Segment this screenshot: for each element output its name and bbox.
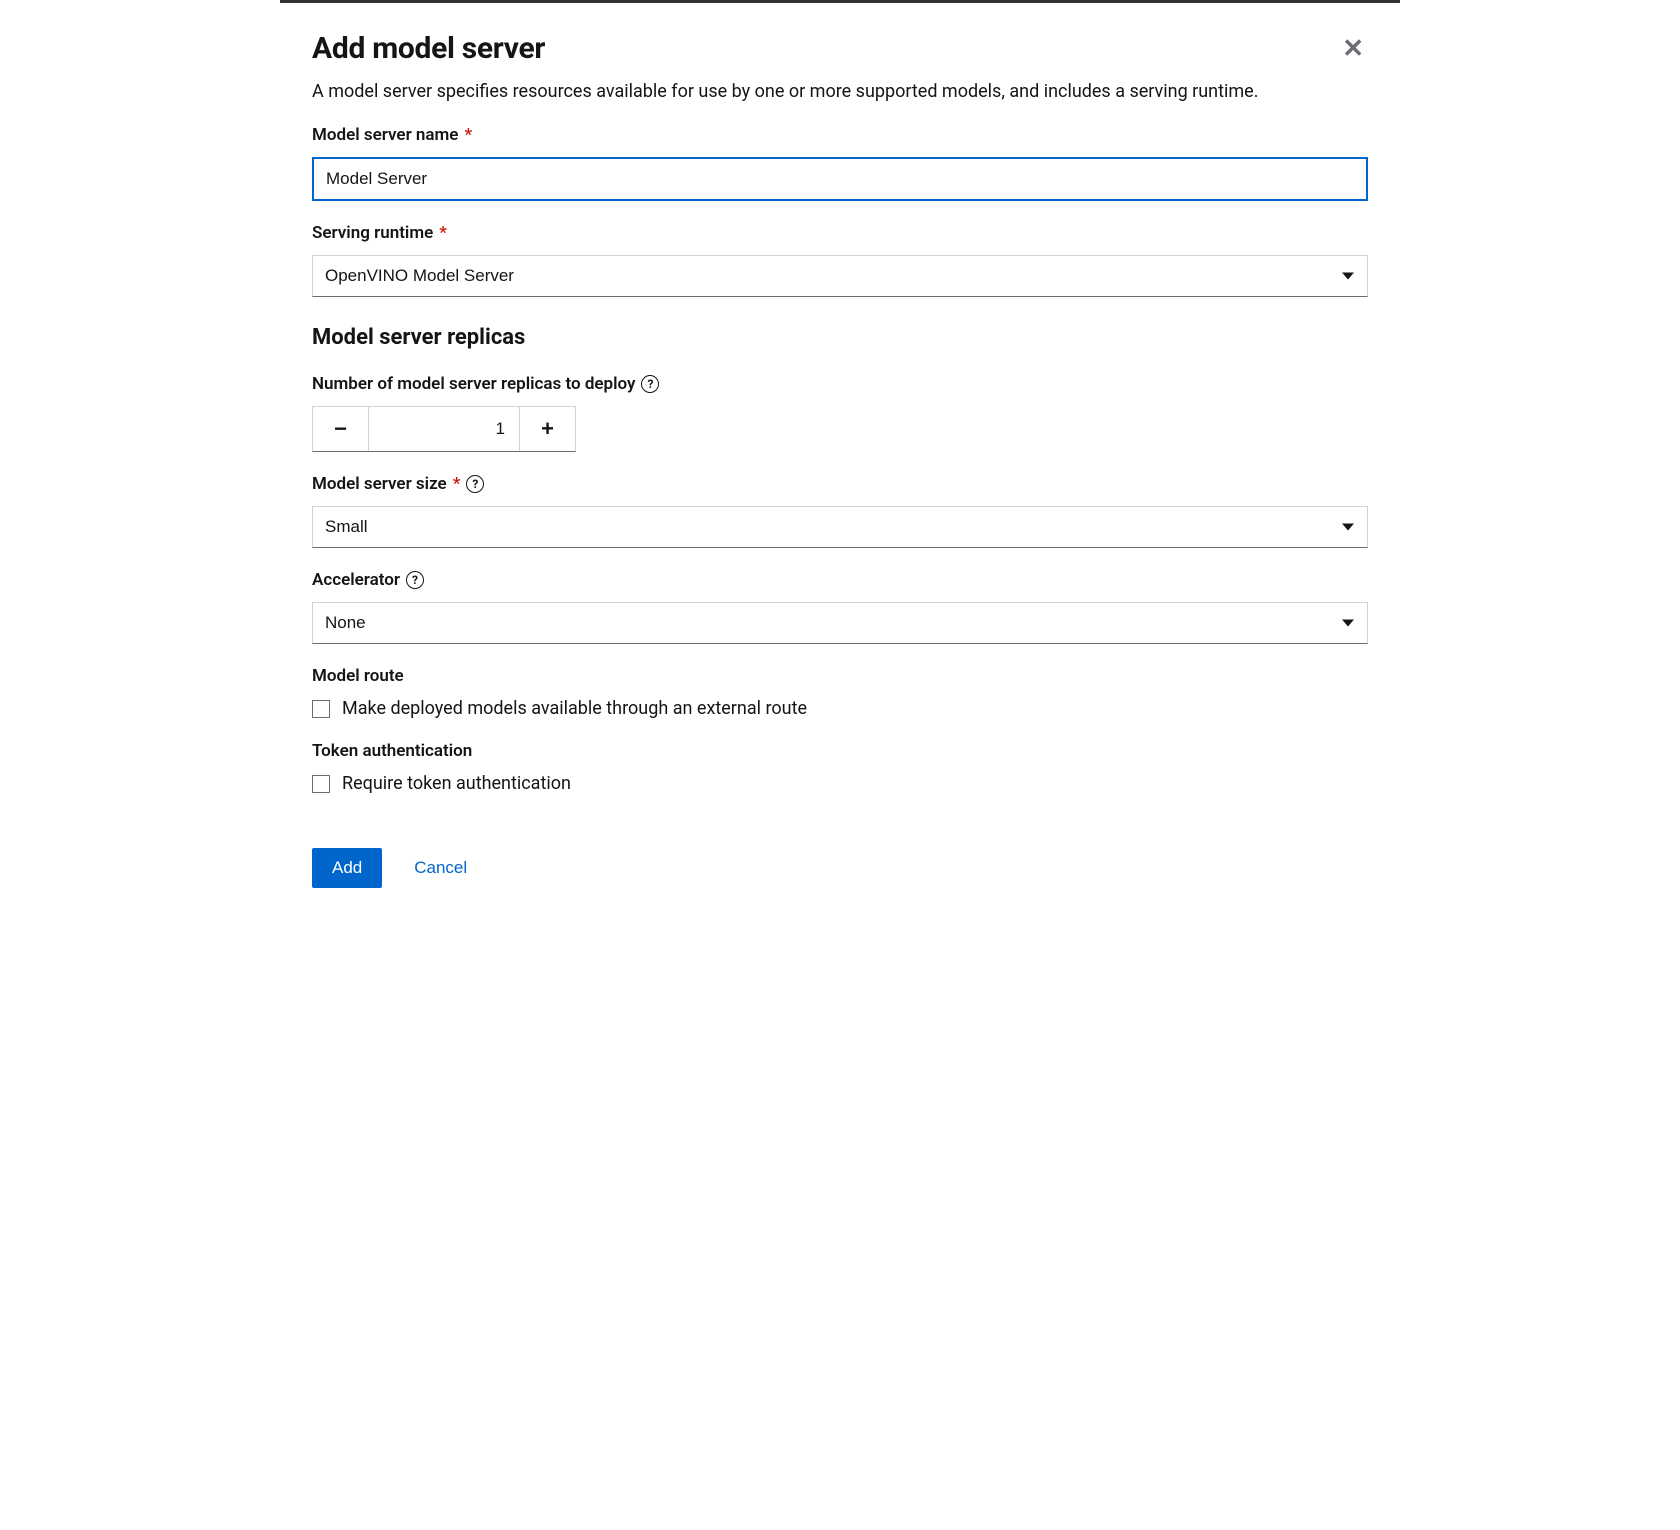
replicas-group: Number of model server replicas to deplo… — [312, 374, 1368, 452]
accelerator-group: Accelerator ? None — [312, 570, 1368, 644]
stepper-minus-button[interactable]: − — [313, 407, 369, 451]
serving-runtime-select-wrap: OpenVINO Model Server — [312, 255, 1368, 297]
replicas-label: Number of model server replicas to deplo… — [312, 374, 1368, 394]
server-name-input[interactable] — [312, 157, 1368, 201]
close-icon: ✕ — [1342, 33, 1364, 63]
model-route-label: Model route — [312, 666, 1368, 686]
replicas-stepper: − + — [312, 406, 576, 452]
serving-runtime-select[interactable]: OpenVINO Model Server — [312, 255, 1368, 297]
serving-runtime-group: Serving runtime * OpenVINO Model Server — [312, 223, 1368, 297]
required-indicator: * — [464, 125, 472, 145]
accelerator-label-text: Accelerator — [312, 570, 400, 590]
help-icon[interactable]: ? — [406, 571, 424, 589]
stepper-plus-button[interactable]: + — [519, 407, 575, 451]
accelerator-label: Accelerator ? — [312, 570, 1368, 590]
token-auth-checkbox[interactable] — [312, 775, 330, 793]
modal-title: Add model server — [312, 31, 545, 66]
model-route-checkbox[interactable] — [312, 700, 330, 718]
replicas-label-text: Number of model server replicas to deplo… — [312, 374, 635, 394]
model-route-group: Model route Make deployed models availab… — [312, 666, 1368, 719]
serving-runtime-label: Serving runtime * — [312, 223, 1368, 243]
help-icon[interactable]: ? — [466, 475, 484, 493]
server-name-label: Model server name * — [312, 125, 1368, 145]
token-auth-label: Token authentication — [312, 741, 1368, 761]
cancel-button[interactable]: Cancel — [414, 858, 467, 878]
required-indicator: * — [439, 223, 447, 243]
form-body: Model server name * Serving runtime * Op… — [280, 125, 1400, 920]
plus-icon: + — [541, 416, 554, 442]
modal-footer: Add Cancel — [312, 816, 1368, 888]
server-name-label-text: Model server name — [312, 125, 458, 145]
close-button[interactable]: ✕ — [1338, 31, 1368, 65]
modal-subtitle: A model server specifies resources avail… — [280, 66, 1400, 125]
modal-header: Add model server ✕ — [280, 3, 1400, 66]
server-size-select-wrap: Small — [312, 506, 1368, 548]
add-button[interactable]: Add — [312, 848, 382, 888]
replicas-heading: Model server replicas — [312, 325, 1368, 350]
serving-runtime-label-text: Serving runtime — [312, 223, 433, 243]
minus-icon: − — [334, 416, 347, 442]
token-auth-checkbox-label[interactable]: Require token authentication — [342, 773, 571, 794]
accelerator-select-wrap: None — [312, 602, 1368, 644]
required-indicator: * — [453, 474, 461, 494]
add-model-server-modal: Add model server ✕ A model server specif… — [280, 0, 1400, 920]
token-auth-checkbox-row: Require token authentication — [312, 773, 1368, 794]
server-size-group: Model server size * ? Small — [312, 474, 1368, 548]
server-size-label: Model server size * ? — [312, 474, 1368, 494]
server-size-label-text: Model server size — [312, 474, 447, 494]
replicas-input[interactable] — [369, 407, 519, 451]
server-name-group: Model server name * — [312, 125, 1368, 201]
model-route-checkbox-label[interactable]: Make deployed models available through a… — [342, 698, 807, 719]
token-auth-group: Token authentication Require token authe… — [312, 741, 1368, 794]
help-icon[interactable]: ? — [641, 375, 659, 393]
accelerator-select[interactable]: None — [312, 602, 1368, 644]
model-route-checkbox-row: Make deployed models available through a… — [312, 698, 1368, 719]
server-size-select[interactable]: Small — [312, 506, 1368, 548]
